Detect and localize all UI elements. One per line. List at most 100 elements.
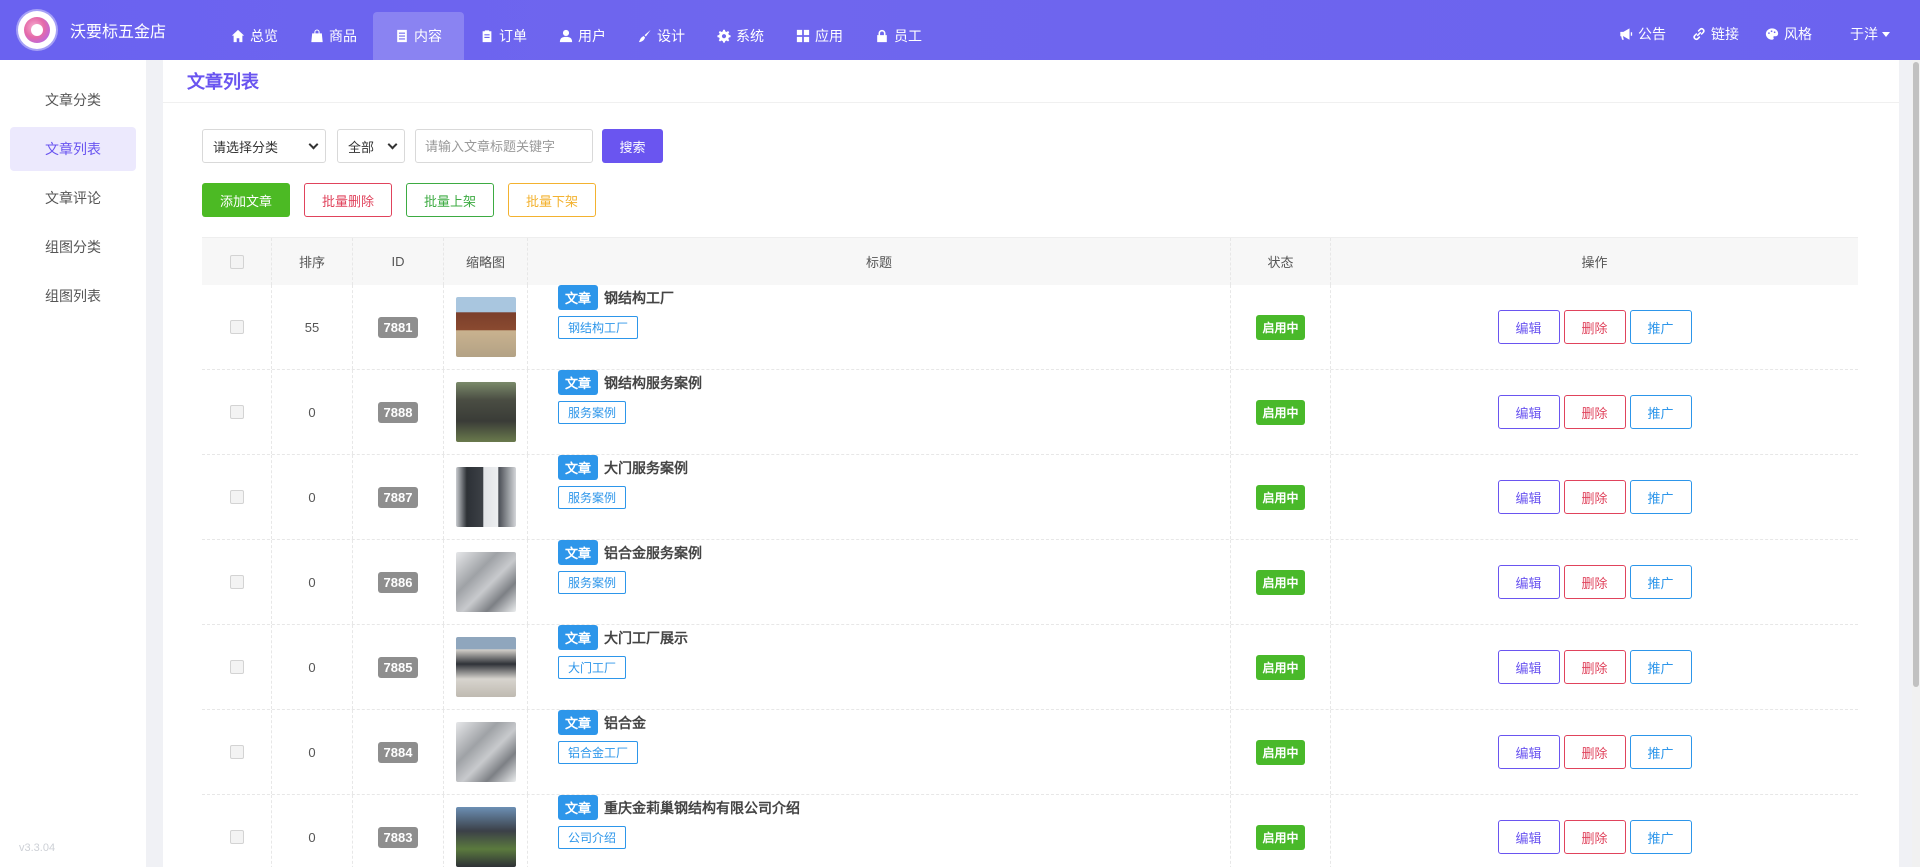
edit-button[interactable]: 编辑 bbox=[1497, 735, 1560, 769]
thumbnail-image[interactable] bbox=[455, 297, 516, 357]
edit-button[interactable]: 编辑 bbox=[1497, 310, 1560, 344]
delete-button[interactable]: 删除 bbox=[1563, 650, 1626, 684]
status-badge[interactable]: 启用中 bbox=[1256, 314, 1305, 340]
scrollbar-thumb[interactable] bbox=[1913, 62, 1919, 687]
promote-button[interactable]: 推广 bbox=[1629, 820, 1692, 854]
status-badge[interactable]: 启用中 bbox=[1256, 569, 1305, 595]
add-article-button[interactable]: 添加文章 bbox=[202, 183, 290, 217]
delete-button[interactable]: 删除 bbox=[1563, 820, 1626, 854]
id-badge: 7881 bbox=[377, 316, 419, 338]
sidebar-item-article-list[interactable]: 文章列表 bbox=[10, 127, 136, 171]
table-row: 0 7887 文章 大门服务案例 服务案例 启用中 编辑 删除 推广 bbox=[202, 455, 1858, 540]
search-button[interactable]: 搜索 bbox=[602, 129, 663, 163]
nav-item-apps[interactable]: 应用 bbox=[780, 12, 859, 60]
status-badge[interactable]: 启用中 bbox=[1256, 739, 1305, 765]
thumbnail-image[interactable] bbox=[455, 807, 516, 867]
status-select[interactable]: 全部 bbox=[337, 129, 405, 163]
brand[interactable]: 沃要标五金店 bbox=[18, 11, 166, 49]
promote-button[interactable]: 推广 bbox=[1629, 735, 1692, 769]
sort-cell: 0 bbox=[272, 455, 353, 539]
nav-item-products[interactable]: 商品 bbox=[294, 12, 373, 60]
sort-value[interactable]: 0 bbox=[308, 405, 315, 420]
table-row: 0 7886 文章 铝合金服务案例 服务案例 启用中 编辑 删除 推广 bbox=[202, 540, 1858, 625]
delete-button[interactable]: 删除 bbox=[1563, 395, 1626, 429]
nav-item-content[interactable]: 内容 bbox=[373, 12, 464, 60]
promote-button[interactable]: 推广 bbox=[1629, 480, 1692, 514]
sort-value[interactable]: 55 bbox=[305, 320, 319, 335]
gear-icon bbox=[717, 29, 731, 43]
promote-button[interactable]: 推广 bbox=[1629, 565, 1692, 599]
edit-button[interactable]: 编辑 bbox=[1497, 395, 1560, 429]
sort-value[interactable]: 0 bbox=[308, 745, 315, 760]
category-tag: 公司介绍 bbox=[558, 826, 627, 849]
edit-button[interactable]: 编辑 bbox=[1497, 650, 1560, 684]
promote-button[interactable]: 推广 bbox=[1629, 310, 1692, 344]
header-sort: 排序 bbox=[272, 238, 353, 285]
nav-item-staff[interactable]: 员工 bbox=[859, 12, 938, 60]
header-thumbnail: 缩略图 bbox=[444, 238, 528, 285]
row-checkbox[interactable] bbox=[229, 490, 244, 504]
link-button[interactable]: 链接 bbox=[1692, 24, 1739, 44]
edit-button[interactable]: 编辑 bbox=[1497, 480, 1560, 514]
type-badge: 文章 bbox=[558, 625, 599, 650]
row-checkbox[interactable] bbox=[229, 405, 244, 419]
category-select[interactable]: 请选择分类 bbox=[202, 129, 326, 163]
edit-button[interactable]: 编辑 bbox=[1497, 565, 1560, 599]
status-badge[interactable]: 启用中 bbox=[1256, 824, 1305, 850]
id-cell: 7883 bbox=[353, 795, 444, 867]
header-operations: 操作 bbox=[1581, 255, 1608, 270]
nav-item-orders[interactable]: 订单 bbox=[464, 12, 543, 60]
style-label: 风格 bbox=[1784, 26, 1812, 42]
select-all-checkbox[interactable] bbox=[229, 254, 244, 269]
article-title: 铝合金服务案例 bbox=[604, 544, 703, 561]
operations-cell: 编辑 删除 推广 bbox=[1331, 455, 1858, 539]
status-badge[interactable]: 启用中 bbox=[1256, 484, 1305, 510]
thumbnail-image[interactable] bbox=[455, 382, 516, 442]
thumbnail-image[interactable] bbox=[455, 552, 516, 612]
promote-button[interactable]: 推广 bbox=[1629, 650, 1692, 684]
thumbnail-image[interactable] bbox=[455, 637, 516, 697]
row-checkbox[interactable] bbox=[229, 745, 244, 759]
user-icon bbox=[559, 29, 573, 43]
batch-delete-button[interactable]: 批量删除 bbox=[304, 183, 392, 217]
sort-value[interactable]: 0 bbox=[308, 830, 315, 845]
search-input[interactable] bbox=[415, 129, 593, 163]
header-checkbox-cell bbox=[202, 238, 272, 285]
batch-publish-button[interactable]: 批量上架 bbox=[406, 183, 494, 217]
row-checkbox[interactable] bbox=[229, 660, 244, 674]
sidebar-item-gallery-list[interactable]: 组图列表 bbox=[10, 274, 136, 318]
nav-item-overview[interactable]: 总览 bbox=[215, 12, 294, 60]
category-tag: 服务案例 bbox=[558, 486, 627, 509]
delete-button[interactable]: 删除 bbox=[1563, 565, 1626, 599]
delete-button[interactable]: 删除 bbox=[1563, 735, 1626, 769]
brand-logo bbox=[18, 11, 56, 49]
operations-cell: 编辑 删除 推广 bbox=[1331, 370, 1858, 454]
edit-button[interactable]: 编辑 bbox=[1497, 820, 1560, 854]
nav-item-system[interactable]: 系统 bbox=[701, 12, 780, 60]
nav-label: 系统 bbox=[736, 28, 764, 44]
sort-value[interactable]: 0 bbox=[308, 490, 315, 505]
sidebar-item-gallery-categories[interactable]: 组图分类 bbox=[10, 225, 136, 269]
row-checkbox[interactable] bbox=[229, 830, 244, 844]
thumbnail-image[interactable] bbox=[455, 467, 516, 527]
thumbnail-cell bbox=[444, 795, 528, 867]
nav-item-users[interactable]: 用户 bbox=[543, 12, 622, 60]
nav-item-design[interactable]: 设计 bbox=[622, 12, 701, 60]
sidebar-item-article-categories[interactable]: 文章分类 bbox=[10, 78, 136, 122]
sort-value[interactable]: 0 bbox=[308, 575, 315, 590]
thumbnail-image[interactable] bbox=[455, 722, 516, 782]
style-button[interactable]: 风格 bbox=[1765, 24, 1812, 44]
delete-button[interactable]: 删除 bbox=[1563, 310, 1626, 344]
announcement-button[interactable]: 公告 bbox=[1619, 24, 1666, 44]
sidebar-item-article-comments[interactable]: 文章评论 bbox=[10, 176, 136, 220]
user-menu[interactable]: 于洋 bbox=[1850, 24, 1890, 44]
row-checkbox[interactable] bbox=[229, 320, 244, 334]
sort-value[interactable]: 0 bbox=[308, 660, 315, 675]
row-checkbox[interactable] bbox=[229, 575, 244, 589]
promote-button[interactable]: 推广 bbox=[1629, 395, 1692, 429]
status-badge[interactable]: 启用中 bbox=[1256, 654, 1305, 680]
status-badge[interactable]: 启用中 bbox=[1256, 399, 1305, 425]
batch-unpublish-button[interactable]: 批量下架 bbox=[508, 183, 596, 217]
delete-button[interactable]: 删除 bbox=[1563, 480, 1626, 514]
brand-name: 沃要标五金店 bbox=[70, 24, 167, 41]
